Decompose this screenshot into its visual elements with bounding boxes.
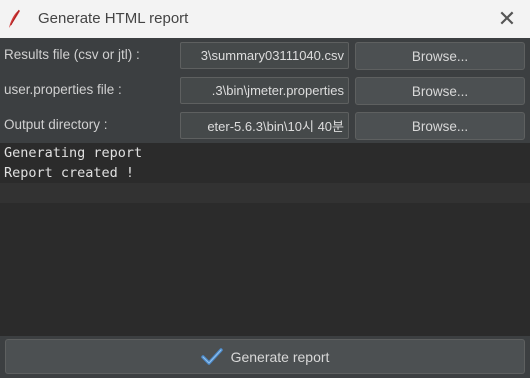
output-directory-browse-button[interactable]: Browse... <box>355 112 525 140</box>
log-line: Report created ! <box>4 165 135 181</box>
output-directory-label: Output directory : <box>4 117 108 132</box>
user-properties-row: user.properties file : .3\bin\jmeter.pro… <box>0 75 530 108</box>
log-current-line <box>0 183 530 203</box>
user-properties-label: user.properties file : <box>4 82 122 97</box>
log-line: Generating report <box>4 145 143 161</box>
user-properties-browse-button[interactable]: Browse... <box>355 77 525 105</box>
results-file-label: Results file (csv or jtl) : <box>4 47 140 62</box>
results-file-input[interactable]: 3\summary03111040.csv <box>180 42 349 69</box>
generate-report-label: Generate report <box>230 348 330 365</box>
close-icon: ✕ <box>497 6 517 32</box>
checkmark-icon <box>200 347 223 365</box>
feather-icon <box>9 9 20 28</box>
window-title: Generate HTML report <box>38 10 189 27</box>
user-properties-input[interactable]: .3\bin\jmeter.properties <box>180 77 349 104</box>
title-bar: Generate HTML report ✕ <box>0 0 530 38</box>
log-lines: Generating report Report created ! <box>4 143 142 183</box>
generate-report-button[interactable]: Generate report <box>5 339 525 374</box>
output-directory-input[interactable]: eter-5.6.3\bin\10시 40분 <box>180 112 349 139</box>
log-output[interactable]: Generating report Report created ! <box>0 143 530 336</box>
output-directory-row: Output directory : eter-5.6.3\bin\10시 40… <box>0 110 530 143</box>
results-file-browse-button[interactable]: Browse... <box>355 42 525 70</box>
close-button[interactable]: ✕ <box>484 0 530 38</box>
results-file-row: Results file (csv or jtl) : 3\summary031… <box>0 40 530 73</box>
